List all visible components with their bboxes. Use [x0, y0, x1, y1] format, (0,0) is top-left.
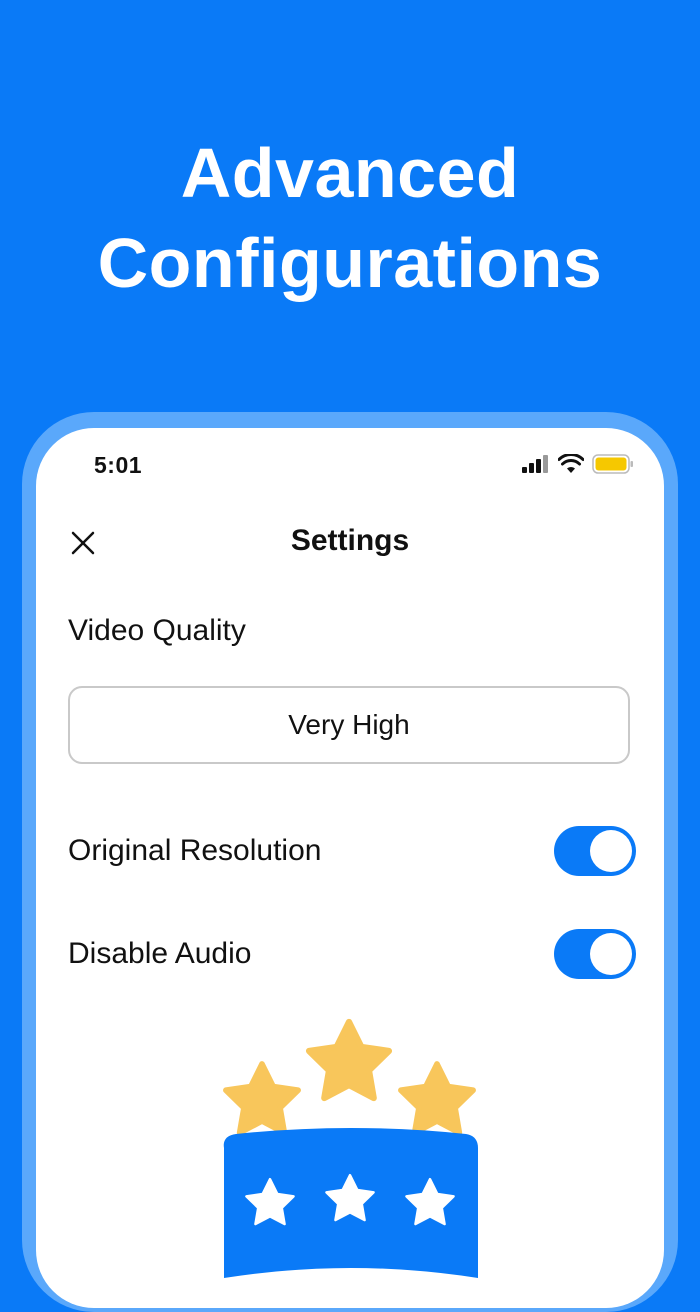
video-quality-label: Video Quality [68, 614, 246, 647]
toggle-knob [590, 830, 632, 872]
phone-screen: 5:01 Settings Video Quality Very High Or… [36, 428, 664, 1308]
setting-row-original-resolution: Original Resolution [68, 824, 636, 878]
original-resolution-label: Original Resolution [68, 834, 322, 867]
setting-row-disable-audio: Disable Audio [68, 927, 636, 981]
headline: Advanced Configurations [0, 128, 700, 308]
cellular-signal-icon [522, 455, 548, 473]
video-quality-select[interactable]: Very High [68, 686, 630, 764]
original-resolution-toggle[interactable] [554, 826, 636, 876]
toggle-knob [590, 933, 632, 975]
battery-icon [592, 454, 633, 474]
page-title: Settings [290, 524, 410, 557]
wifi-icon [558, 454, 584, 473]
headline-line-2: Configurations [97, 224, 603, 302]
disable-audio-toggle[interactable] [554, 929, 636, 979]
five-star-rating-icon [216, 978, 478, 1278]
status-time: 5:01 [94, 452, 143, 478]
disable-audio-label: Disable Audio [68, 937, 252, 970]
video-quality-value: Very High [288, 709, 410, 740]
status-icons [522, 454, 634, 474]
headline-line-1: Advanced [180, 134, 520, 212]
